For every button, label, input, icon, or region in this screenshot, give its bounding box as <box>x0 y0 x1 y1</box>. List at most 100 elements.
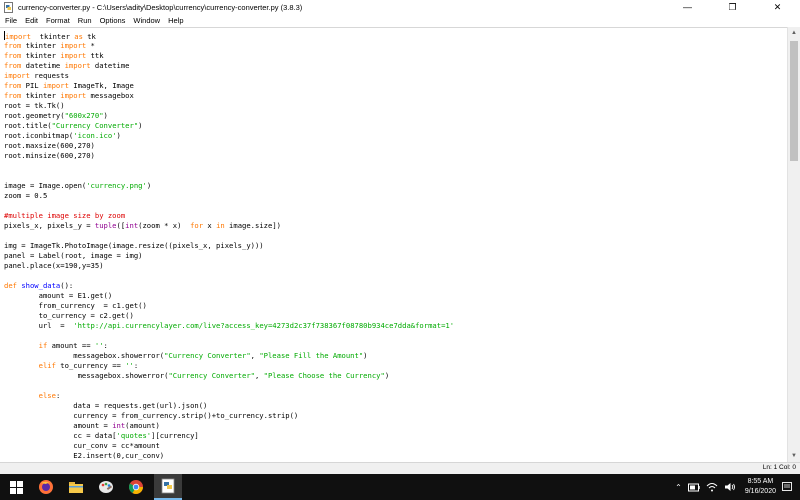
code-text[interactable]: import tkinter as tk from tkinter import … <box>0 28 788 461</box>
menu-options[interactable]: Options <box>96 14 130 27</box>
taskbar: ⌃ 8:55 AM 9/16/2020 <box>0 474 800 500</box>
code-line: pixels_x, pixels_y = tuple([int(zoom * x… <box>4 221 788 231</box>
minimize-button[interactable]: — <box>665 0 710 14</box>
code-line: elif to_currency == '': <box>4 361 788 371</box>
vertical-scrollbar[interactable]: ▲ ▼ <box>787 27 800 462</box>
code-line: root.title("Currency Converter") <box>4 121 788 131</box>
code-token: root.title( <box>4 121 52 130</box>
code-line: cur_conv = cc*amount <box>4 441 788 451</box>
taskbar-idle-editor[interactable] <box>154 474 182 500</box>
battery-icon[interactable] <box>687 483 700 492</box>
taskbar-chrome[interactable] <box>122 474 150 500</box>
code-line: E2.insert(0,cur_conv) <box>4 451 788 461</box>
code-line: amount = E1.get() <box>4 291 788 301</box>
code-token: requests <box>29 71 69 80</box>
code-token: : <box>103 341 108 350</box>
taskbar-paint[interactable] <box>92 474 120 500</box>
code-token: amount == <box>47 341 95 350</box>
code-line: root.maxsize(600,270) <box>4 141 788 151</box>
code-token: zoom = 0.5 <box>4 191 48 200</box>
scroll-up-arrow-icon[interactable]: ▲ <box>788 27 800 39</box>
code-token: "Currency Converter" <box>164 351 251 360</box>
code-token: root.maxsize(600,270) <box>4 141 95 150</box>
taskbar-file-explorer[interactable] <box>62 474 90 500</box>
code-token: data = requests.get(url).json() <box>4 401 208 410</box>
chrome-icon <box>128 480 143 494</box>
code-token: from <box>4 91 22 100</box>
menu-bar: File Edit Format Run Options Window Help <box>0 14 800 27</box>
code-token: root = tk.Tk() <box>4 101 65 110</box>
code-token: pixels_x, pixels_y = <box>4 221 95 230</box>
code-token: panel.place(x=190,y=35) <box>4 261 104 270</box>
code-token: ) <box>363 351 368 360</box>
code-token: 'quotes' <box>116 431 152 440</box>
code-token: to_currency == <box>55 361 126 370</box>
code-token: #multiple image size by zoom <box>4 211 126 220</box>
code-token: ][currency] <box>151 431 199 440</box>
notifications-icon[interactable] <box>782 482 792 492</box>
code-token: datetime <box>90 61 130 70</box>
code-line: img = ImageTk.PhotoImage(image.resize((p… <box>4 241 788 251</box>
code-line: def show_data(): <box>4 281 788 291</box>
volume-icon[interactable] <box>724 482 736 492</box>
code-token: cur_conv = cc*amount <box>4 441 160 450</box>
code-line: image = Image.open('currency.png') <box>4 181 788 191</box>
cursor-position: Ln: 1 Col: 0 <box>762 464 796 471</box>
menu-format[interactable]: Format <box>42 14 74 27</box>
code-line: cc = data['quotes'][currency] <box>4 431 788 441</box>
code-line: currency = from_currency.strip()+to_curr… <box>4 411 788 421</box>
windows-logo-icon <box>9 480 23 494</box>
python-idle-icon <box>161 478 175 494</box>
menu-help[interactable]: Help <box>164 14 187 27</box>
code-token: datetime <box>21 61 65 70</box>
window-titlebar[interactable]: currency-converter.py - C:\Users\adity\D… <box>0 0 800 14</box>
code-line: from PIL import ImageTk, Image <box>4 81 788 91</box>
code-line: zoom = 0.5 <box>4 191 788 201</box>
code-line: root.minsize(600,270) <box>4 151 788 161</box>
menu-run[interactable]: Run <box>74 14 96 27</box>
code-token: show_data <box>21 281 61 290</box>
code-token: import <box>60 91 87 100</box>
clock-time: 8:55 AM <box>747 478 774 485</box>
code-token: import <box>5 32 31 41</box>
hidden-icons-chevron-icon[interactable]: ⌃ <box>675 483 682 492</box>
wifi-icon[interactable] <box>706 482 718 492</box>
code-line: from datetime import datetime <box>4 61 788 71</box>
close-button[interactable]: ✕ <box>755 0 800 14</box>
window-controls: — ❐ ✕ <box>665 0 800 14</box>
code-token: "Currency Converter" <box>168 371 255 380</box>
code-token: E2.insert(0,cur_conv) <box>4 451 165 460</box>
code-token: '' <box>94 341 104 350</box>
clock[interactable]: 8:55 AM 9/16/2020 <box>745 477 776 497</box>
code-line: root = tk.Tk() <box>4 101 788 111</box>
start-button[interactable] <box>2 474 30 500</box>
menu-window[interactable]: Window <box>129 14 164 27</box>
code-token: def <box>4 281 17 290</box>
code-token: as <box>74 32 83 41</box>
scrollbar-thumb[interactable] <box>790 41 798 161</box>
code-editor[interactable]: import tkinter as tk from tkinter import … <box>0 27 788 463</box>
code-token: from <box>4 51 22 60</box>
code-token: to_currency = c2.get() <box>4 311 134 320</box>
code-line: #multiple image size by zoom <box>4 211 788 221</box>
code-token: x <box>203 221 217 230</box>
taskbar-firefox[interactable] <box>32 474 60 500</box>
code-token: 'http://api.currencylayer.com/live?acces… <box>73 321 455 330</box>
code-line: from tkinter import ttk <box>4 51 788 61</box>
menu-edit[interactable]: Edit <box>21 14 42 27</box>
menu-file[interactable]: File <box>0 14 21 27</box>
window-title: currency-converter.py - C:\Users\adity\D… <box>18 2 303 12</box>
code-token: : <box>133 361 139 370</box>
code-line: if amount == '': <box>4 341 788 351</box>
code-token: else <box>38 391 56 400</box>
scroll-down-arrow-icon[interactable]: ▼ <box>788 450 800 462</box>
maximize-button[interactable]: ❐ <box>710 0 755 14</box>
code-token: panel = Label(root, image = img) <box>4 251 143 260</box>
code-token: tkinter <box>21 51 61 60</box>
code-token: 'currency.png' <box>86 181 147 190</box>
clock-date: 9/16/2020 <box>744 488 776 495</box>
